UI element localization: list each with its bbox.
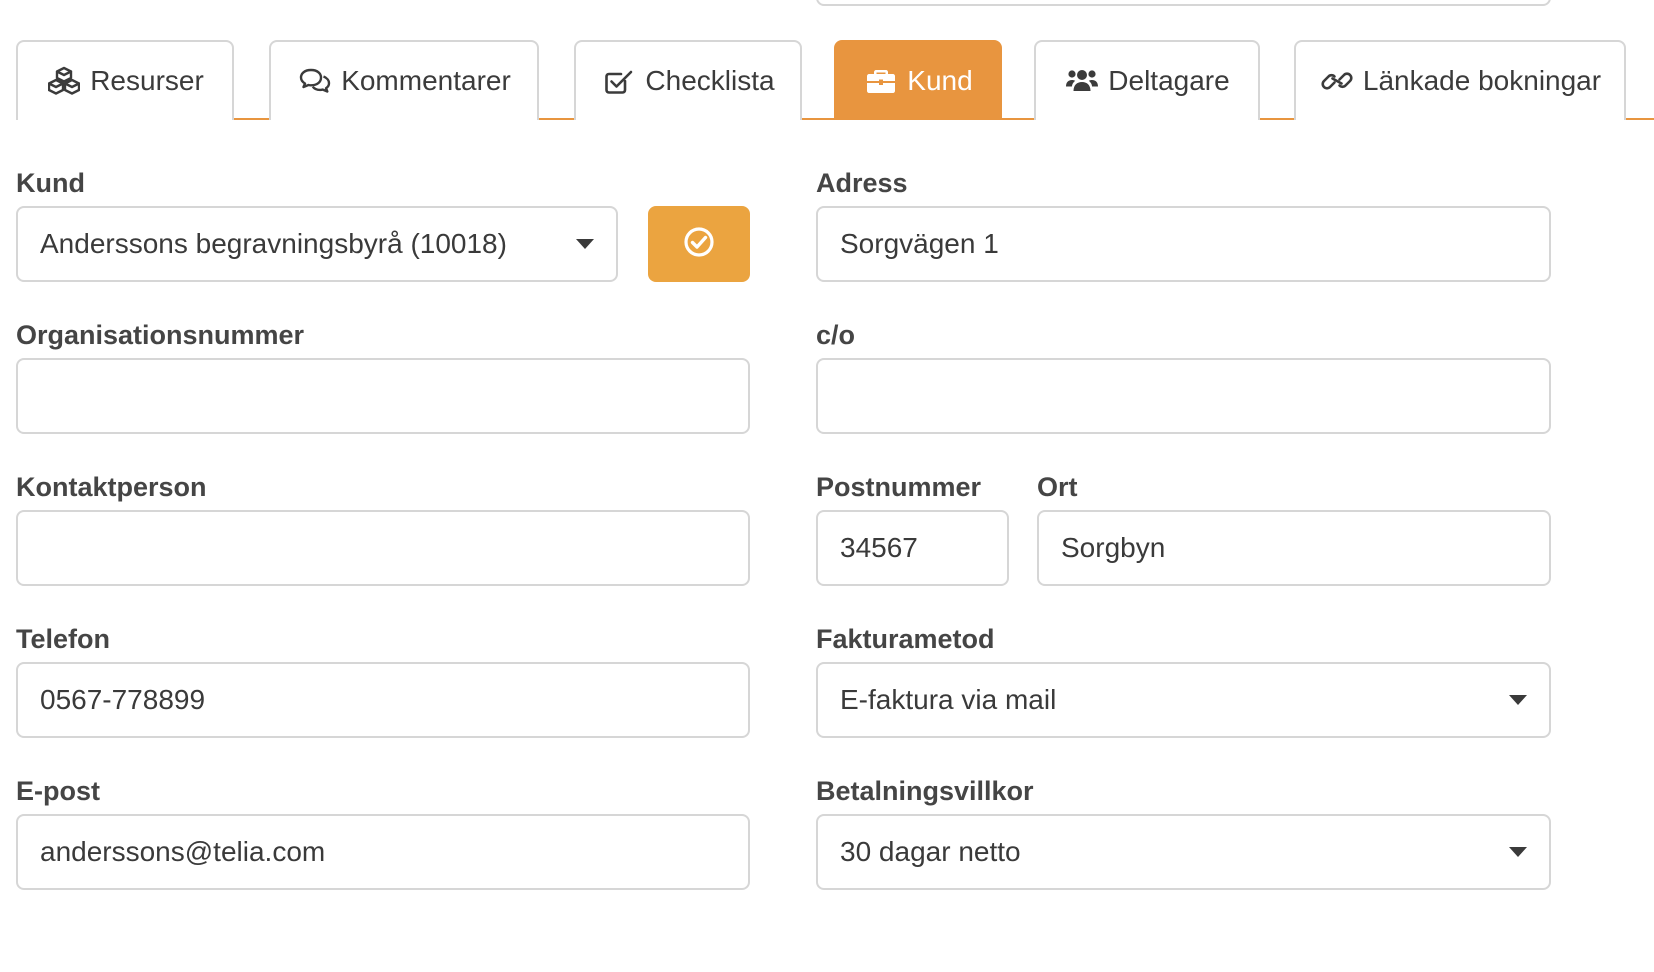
tab-bar: Resurser Kommentarer Checklista Kund Del… bbox=[16, 40, 1654, 120]
adress-value: Sorgvägen 1 bbox=[840, 228, 999, 259]
top-partial-field[interactable] bbox=[816, 0, 1551, 6]
cubes-icon bbox=[46, 65, 82, 97]
chevron-down-icon bbox=[1509, 695, 1527, 705]
tab-label: Kommentarer bbox=[341, 65, 511, 96]
fakturametod-value: E-faktura via mail bbox=[840, 684, 1057, 715]
fakturametod-label: Fakturametod bbox=[816, 624, 995, 654]
epost-label: E-post bbox=[16, 776, 100, 806]
users-icon bbox=[1064, 65, 1100, 97]
comments-icon bbox=[297, 65, 333, 97]
telefon-label: Telefon bbox=[16, 624, 110, 654]
ort-input[interactable]: Sorgbyn bbox=[1037, 510, 1551, 586]
epost-input[interactable]: anderssons@telia.com bbox=[16, 814, 750, 890]
chevron-down-icon bbox=[1509, 847, 1527, 857]
chevron-down-icon bbox=[576, 239, 594, 249]
tab-lankade-bokningar[interactable]: Länkade bokningar bbox=[1294, 40, 1626, 120]
ort-label: Ort bbox=[1037, 472, 1078, 502]
kund-value: Anderssons begravningsbyrå (10018) bbox=[40, 228, 507, 259]
adress-label: Adress bbox=[816, 168, 908, 198]
kund-label: Kund bbox=[16, 168, 85, 198]
ort-value: Sorgbyn bbox=[1061, 532, 1166, 563]
adress-input[interactable]: Sorgvägen 1 bbox=[816, 206, 1551, 282]
confirm-customer-button[interactable] bbox=[648, 206, 750, 282]
tab-label: Checklista bbox=[645, 65, 775, 96]
fakturametod-select[interactable]: E-faktura via mail bbox=[816, 662, 1551, 738]
kontaktperson-input[interactable] bbox=[16, 510, 750, 586]
briefcase-icon bbox=[863, 65, 899, 97]
postnummer-input[interactable]: 34567 bbox=[816, 510, 1009, 586]
tab-resurser[interactable]: Resurser bbox=[16, 40, 234, 120]
tab-checklista[interactable]: Checklista bbox=[574, 40, 802, 120]
postnummer-value: 34567 bbox=[840, 532, 918, 563]
tab-deltagare[interactable]: Deltagare bbox=[1034, 40, 1260, 120]
tab-kommentarer[interactable]: Kommentarer bbox=[269, 40, 539, 120]
tab-kund[interactable]: Kund bbox=[834, 40, 1002, 120]
telefon-value: 0567-778899 bbox=[40, 684, 206, 715]
link-icon bbox=[1319, 65, 1355, 97]
check-square-icon bbox=[601, 65, 637, 97]
tab-label: Länkade bokningar bbox=[1362, 65, 1602, 96]
betalningsvillkor-value: 30 dagar netto bbox=[840, 836, 1021, 867]
telefon-input[interactable]: 0567-778899 bbox=[16, 662, 750, 738]
betalningsvillkor-select[interactable]: 30 dagar netto bbox=[816, 814, 1551, 890]
co-label: c/o bbox=[816, 320, 856, 350]
kund-select[interactable]: Anderssons begravningsbyrå (10018) bbox=[16, 206, 618, 282]
tab-label: Deltagare bbox=[1108, 65, 1230, 96]
org-label: Organisationsnummer bbox=[16, 320, 305, 350]
organisationsnummer-input[interactable] bbox=[16, 358, 750, 434]
betalningsvillkor-label: Betalningsvillkor bbox=[816, 776, 1034, 806]
postnummer-label: Postnummer bbox=[816, 472, 982, 502]
check-circle-icon bbox=[681, 224, 717, 265]
tab-label: Resurser bbox=[90, 65, 204, 96]
epost-value: anderssons@telia.com bbox=[40, 836, 326, 867]
kontakt-label: Kontaktperson bbox=[16, 472, 207, 502]
co-input[interactable] bbox=[816, 358, 1551, 434]
tab-label: Kund bbox=[907, 65, 973, 96]
